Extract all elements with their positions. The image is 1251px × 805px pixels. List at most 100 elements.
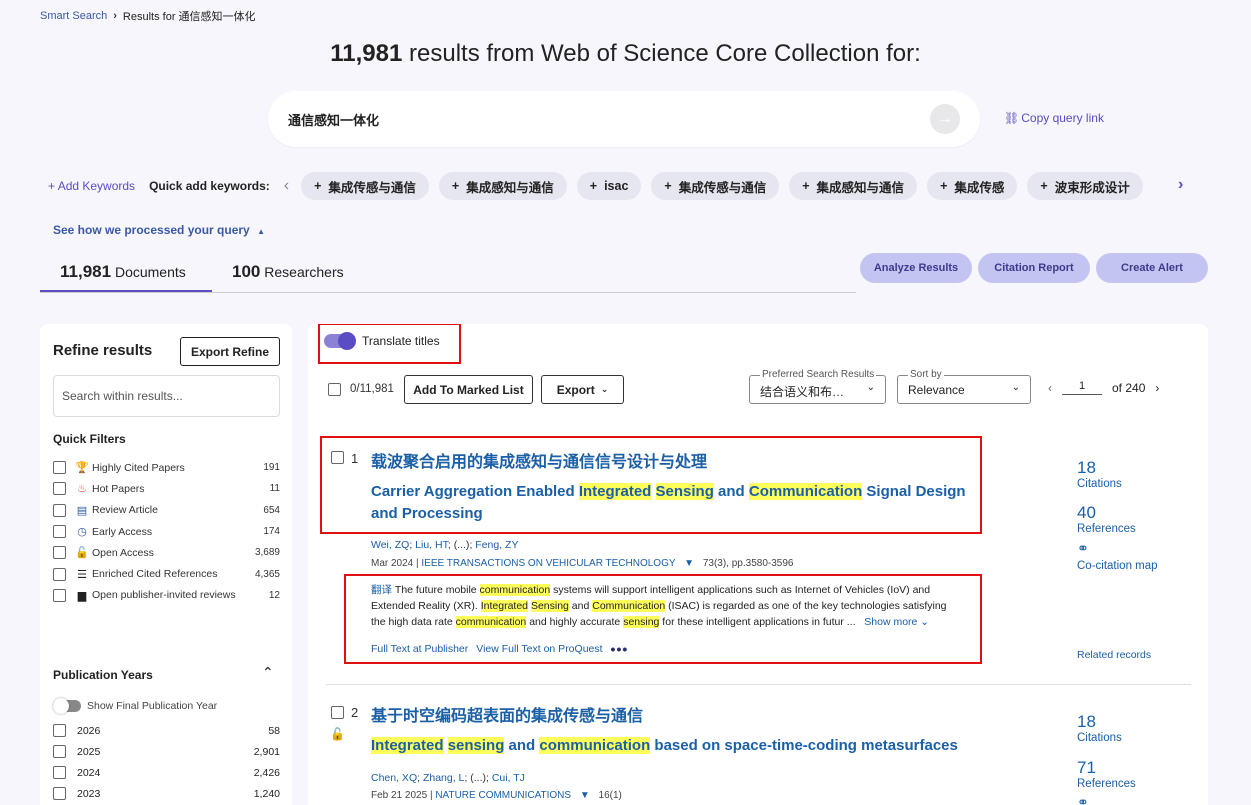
keyword-chip[interactable]: + 集成感知与通信 (438, 172, 567, 200)
citation-report-button[interactable]: Citation Report (978, 253, 1090, 283)
chevron-left-icon[interactable]: ‹ (284, 177, 289, 195)
tab-documents[interactable]: 11,981 Documents (60, 262, 186, 282)
record-title[interactable]: Integrated sensing and communication bas… (371, 735, 991, 757)
checkbox[interactable] (53, 588, 66, 602)
checkbox[interactable] (53, 745, 66, 758)
keyword-chip[interactable]: + 集成传感与通信 (651, 172, 780, 200)
record-number: 1 (351, 451, 359, 466)
search-query[interactable]: 通信感知一体化 (288, 110, 379, 129)
year-count: 1,240 (253, 787, 280, 800)
record-links: Full Text at Publisher View Full Text on… (371, 641, 628, 657)
translate-titles-toggle[interactable]: Translate titles (324, 332, 440, 350)
create-alert-button[interactable]: Create Alert (1096, 253, 1208, 283)
show-more-link[interactable]: Show more ⌄ (864, 616, 929, 628)
add-keywords-button[interactable]: + Add Keywords (48, 179, 135, 193)
keyword-chip[interactable]: + isac (576, 172, 642, 200)
references-metric[interactable]: 71 References (1077, 758, 1136, 790)
checkbox[interactable] (53, 525, 66, 539)
export-refine-button[interactable]: Export Refine (180, 337, 280, 366)
toggle-switch[interactable] (324, 332, 356, 350)
sort-by-select[interactable]: Sort by Relevance ⌄ (897, 369, 1031, 404)
checkbox[interactable] (53, 567, 66, 581)
toggle-switch[interactable] (53, 698, 81, 714)
record-title-translated[interactable]: 基于时空编码超表面的集成传感与通信 (371, 702, 643, 726)
quick-filter-early-access[interactable]: ◷ Early Access 174 (53, 521, 280, 542)
checkbox[interactable] (53, 461, 66, 475)
search-input[interactable]: 通信感知一体化 → (268, 91, 980, 147)
keyword-chip[interactable]: + 集成传感与通信 (301, 172, 429, 200)
show-final-year-toggle[interactable]: Show Final Publication Year (53, 698, 217, 714)
author-ellipsis[interactable]: (...) (454, 539, 470, 551)
record-title[interactable]: Carrier Aggregation Enabled Integrated S… (371, 481, 971, 525)
year-filter[interactable]: 2024 2,426 (53, 762, 280, 783)
author-ellipsis[interactable]: (...) (470, 772, 486, 784)
select-all-checkbox[interactable] (328, 383, 341, 396)
keyword-chip[interactable]: + 集成传感 (927, 172, 1018, 200)
references-count[interactable]: 40 (1077, 503, 1136, 523)
citations-count[interactable]: 18 (1077, 458, 1122, 478)
co-citation-map-link[interactable]: Co-citation map (1077, 560, 1158, 572)
checkbox[interactable] (53, 766, 66, 779)
tab-researchers[interactable]: 100 Researchers (232, 262, 344, 282)
full-text-publisher-link[interactable]: Full Text at Publisher (371, 643, 468, 655)
enriched-list-icon: ☰ (77, 568, 87, 581)
record-journal[interactable]: NATURE COMMUNICATIONS (435, 790, 571, 801)
checkbox[interactable] (53, 724, 66, 737)
quick-filter-open-access[interactable]: 🔓 Open Access 3,689 (53, 542, 280, 563)
checkbox[interactable] (53, 482, 66, 496)
quick-filter-hot-papers[interactable]: ♨ Hot Papers 11 (53, 478, 280, 499)
citations-metric[interactable]: 18 Citations (1077, 712, 1122, 744)
record-title-translated[interactable]: 载波聚合启用的集成感知与通信信号设计与处理 (371, 448, 707, 472)
chevron-right-icon[interactable]: › (1155, 381, 1159, 395)
author-link[interactable]: Cui, TJ (492, 772, 525, 784)
author-link[interactable]: Zhang, L (423, 772, 464, 784)
record-journal[interactable]: IEEE TRANSACTIONS ON VEHICULAR TECHNOLOG… (421, 558, 675, 569)
network-icon[interactable]: ⚭ (1077, 794, 1089, 805)
citations-metric[interactable]: 18 Citations (1077, 458, 1122, 490)
publication-years-list: 2026 58 2025 2,901 2024 2,426 2023 1,240 (53, 720, 280, 804)
record-checkbox[interactable] (331, 706, 344, 719)
year-filter[interactable]: 2025 2,901 (53, 741, 280, 762)
chevron-up-icon[interactable]: ⌃ (262, 664, 274, 681)
caret-down-icon[interactable]: ▼ (580, 790, 590, 801)
translate-tag[interactable]: 翻译 (371, 584, 392, 596)
citations-count[interactable]: 18 (1077, 712, 1122, 732)
author-link[interactable]: Feng, ZY (475, 539, 518, 551)
checkbox[interactable] (53, 546, 66, 560)
proquest-link[interactable]: View Full Text on ProQuest (476, 643, 602, 655)
author-link[interactable]: Chen, XQ (371, 772, 417, 784)
record-authors: Chen, XQ; Zhang, L; (...); Cui, TJ (371, 772, 525, 784)
breadcrumb-smart-search[interactable]: Smart Search (40, 10, 107, 22)
author-link[interactable]: Liu, HT (415, 539, 448, 551)
export-button[interactable]: Export ⌄ (541, 375, 624, 404)
quick-filter-enriched-cited-references[interactable]: ☰ Enriched Cited References 4,365 (53, 563, 280, 584)
copy-query-link[interactable]: ⛓ Copy query link (1004, 111, 1104, 125)
add-to-marked-list-button[interactable]: Add To Marked List (404, 375, 533, 404)
checkbox[interactable] (53, 503, 66, 517)
arrow-right-icon[interactable]: → (930, 104, 960, 134)
keyword-chip[interactable]: + 波束形成设计 (1027, 172, 1143, 200)
references-metric[interactable]: 40 References (1077, 503, 1136, 535)
references-count[interactable]: 71 (1077, 758, 1136, 778)
author-link[interactable]: Wei, ZQ (371, 539, 409, 551)
processed-query-toggle[interactable]: See how we processed your query ▲ (53, 223, 265, 237)
checkbox[interactable] (53, 787, 66, 800)
year-filter[interactable]: 2026 58 (53, 720, 280, 741)
related-records-link[interactable]: Related records (1077, 649, 1151, 661)
search-within-input[interactable]: Search within results... (53, 375, 280, 417)
analyze-results-button[interactable]: Analyze Results (860, 253, 972, 283)
chevron-down-icon: ⌄ (600, 384, 609, 394)
network-icon[interactable]: ⚭ (1077, 540, 1089, 557)
record-checkbox[interactable] (331, 451, 344, 464)
keyword-chip[interactable]: + 集成感知与通信 (789, 172, 918, 200)
caret-down-icon[interactable]: ▼ (684, 558, 694, 569)
quick-filter-review-article[interactable]: ▤ Review Article 654 (53, 500, 280, 521)
page-input[interactable]: 1 (1062, 380, 1102, 395)
preferred-results-select[interactable]: Preferred Search Results 结合语义和布… ⌄ (749, 369, 886, 404)
chevron-right-icon[interactable]: › (1178, 176, 1183, 194)
more-options-icon[interactable]: ••• (611, 641, 629, 657)
year-filter[interactable]: 2023 1,240 (53, 783, 280, 804)
chevron-left-icon[interactable]: ‹ (1048, 381, 1052, 395)
quick-filter-highly-cited[interactable]: 🏆 Highly Cited Papers 191 (53, 457, 280, 478)
quick-filter-invited-reviews[interactable]: ▆ Open publisher-invited reviews 12 (53, 585, 280, 606)
